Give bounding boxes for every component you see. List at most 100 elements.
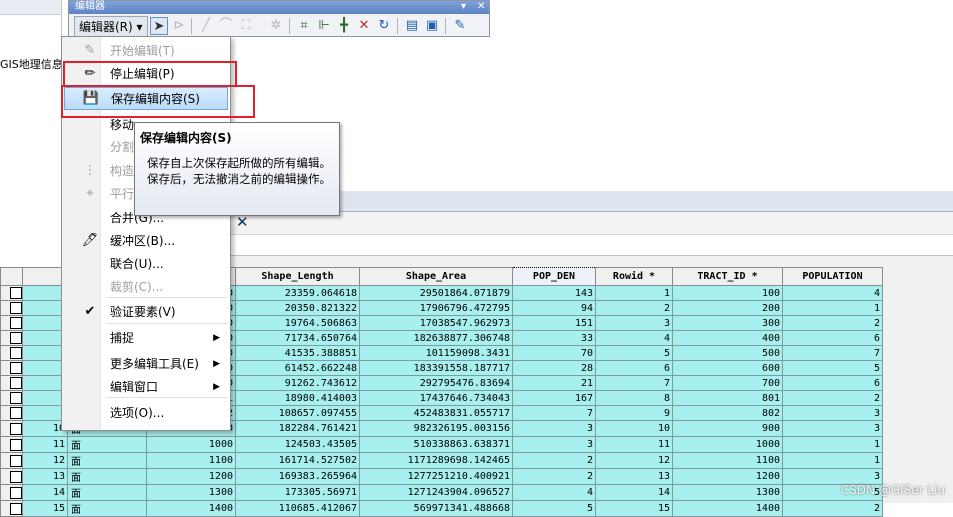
reshape-feature-icon[interactable]: ⊩ <box>315 17 333 35</box>
cut-polygons-icon[interactable]: ╋ <box>335 17 353 35</box>
table-cell[interactable]: 14 <box>595 484 673 501</box>
column-header[interactable] <box>0 267 23 286</box>
table-cell[interactable]: 1 <box>782 436 883 453</box>
table-cell[interactable]: 200 <box>672 300 783 316</box>
table-cell[interactable]: 300 <box>672 315 783 331</box>
trace-icon[interactable]: ⛶ <box>237 17 255 35</box>
table-cell[interactable]: 182638877.306748 <box>359 330 513 346</box>
table-cell[interactable]: 1300 <box>672 484 783 501</box>
split-tool-icon[interactable]: ✕ <box>355 17 373 35</box>
row-selector[interactable] <box>0 436 23 453</box>
table-cell[interactable]: 1277251210.400921 <box>359 468 513 485</box>
table-cell[interactable]: 9 <box>595 405 673 421</box>
table-cell[interactable]: 14 <box>22 484 68 501</box>
table-cell[interactable]: 面 <box>67 452 147 469</box>
table-cell[interactable]: 400 <box>672 330 783 346</box>
table-cell[interactable]: 143 <box>512 285 596 301</box>
table-cell[interactable]: 183391558.187717 <box>359 360 513 376</box>
table-cell[interactable]: 2 <box>595 300 673 316</box>
table-cell[interactable]: 3 <box>782 420 883 437</box>
table-cell[interactable]: 5 <box>782 360 883 376</box>
edit-annotation-tool-icon[interactable]: ⊳ <box>170 17 188 35</box>
chevron-down-icon[interactable]: ▾ <box>461 1 466 13</box>
row-selector[interactable] <box>0 405 23 421</box>
row-selector[interactable] <box>0 330 23 346</box>
row-selector[interactable] <box>0 315 23 331</box>
table-cell[interactable]: 12 <box>22 452 68 469</box>
menu-item[interactable]: 更多编辑工具(E) ▶ <box>64 353 228 375</box>
point-icon[interactable]: ✲ <box>267 17 285 35</box>
column-header[interactable]: TRACT_ID * <box>672 267 783 286</box>
column-header[interactable]: POPULATION <box>782 267 883 286</box>
table-cell[interactable]: 29501864.071879 <box>359 285 513 301</box>
table-cell[interactable]: 21 <box>512 375 596 391</box>
table-cell[interactable]: 11 <box>22 436 68 453</box>
table-cell[interactable]: 17906796.472795 <box>359 300 513 316</box>
menu-item[interactable]: 选项(O)... <box>64 402 228 424</box>
arc-segment-icon[interactable]: ⌒ <box>217 17 235 35</box>
table-cell[interactable]: 33 <box>512 330 596 346</box>
table-cell[interactable]: 面 <box>67 468 147 485</box>
straight-segment-icon[interactable]: ╱ <box>197 17 215 35</box>
create-features-icon[interactable]: ✎ <box>451 17 469 35</box>
table-cell[interactable]: 17437646.734043 <box>359 390 513 406</box>
attributes-icon[interactable]: ▤ <box>403 17 421 35</box>
table-cell[interactable]: 7 <box>595 375 673 391</box>
table-cell[interactable]: 801 <box>672 390 783 406</box>
table-cell[interactable]: 1300 <box>146 484 236 501</box>
sketch-properties-icon[interactable]: ▣ <box>423 17 441 35</box>
table-cell[interactable]: 10 <box>595 420 673 437</box>
table-cell[interactable]: 600 <box>672 360 783 376</box>
table-cell[interactable]: 101159098.3431 <box>359 345 513 361</box>
table-cell[interactable]: 18980.414003 <box>235 390 360 406</box>
table-cell[interactable]: 124503.43505 <box>235 436 360 453</box>
table-cell[interactable]: 500 <box>672 345 783 361</box>
menu-item[interactable]: ✎ 开始编辑(T) <box>64 40 228 62</box>
row-selector[interactable] <box>0 300 23 316</box>
row-selector[interactable] <box>0 390 23 406</box>
table-cell[interactable]: 182284.761421 <box>235 420 360 437</box>
table-row[interactable]: 13 面 1200 169383.265964 1277251210.400921 2 13… <box>0 468 883 485</box>
editor-menu-button[interactable]: 编辑器(R) ▾ <box>74 16 148 38</box>
table-cell[interactable]: 4 <box>782 285 883 301</box>
edit-tool-icon[interactable]: ➤ <box>150 17 168 35</box>
row-selector[interactable] <box>0 484 23 501</box>
table-cell[interactable]: 61452.662248 <box>235 360 360 376</box>
table-cell[interactable]: 3 <box>512 420 596 437</box>
table-cell[interactable]: 面 <box>67 436 147 453</box>
table-cell[interactable]: 6 <box>782 330 883 346</box>
table-cell[interactable]: 161714.527502 <box>235 452 360 469</box>
table-cell[interactable]: 900 <box>672 420 783 437</box>
table-cell[interactable]: 700 <box>672 375 783 391</box>
row-selector[interactable] <box>0 375 23 391</box>
table-cell[interactable]: 452483831.055717 <box>359 405 513 421</box>
table-row[interactable]: 11 面 1000 124503.43505 510338863.638371 3 11 10… <box>0 436 883 453</box>
table-cell[interactable]: 173305.56971 <box>235 484 360 501</box>
table-cell[interactable]: 13 <box>22 468 68 485</box>
menu-item[interactable]: 联合(U)... <box>64 253 228 275</box>
table-cell[interactable]: 982326195.003156 <box>359 420 513 437</box>
table-row[interactable]: 12 面 1100 161714.527502 1171289698.142465 2 12… <box>0 452 883 469</box>
table-cell[interactable]: 2 <box>782 315 883 331</box>
menu-item[interactable]: 捕捉 ▶ <box>64 327 228 349</box>
row-selector[interactable] <box>0 420 23 437</box>
table-cell[interactable]: 4 <box>595 330 673 346</box>
table-cell[interactable]: 面 <box>67 484 147 501</box>
table-cell[interactable]: 13 <box>595 468 673 485</box>
table-cell[interactable]: 5 <box>595 345 673 361</box>
table-cell[interactable]: 1 <box>595 285 673 301</box>
row-selector[interactable] <box>0 452 23 469</box>
table-cell[interactable]: 1000 <box>146 436 236 453</box>
table-cell[interactable]: 1000 <box>672 436 783 453</box>
table-cell[interactable]: 4 <box>512 484 596 501</box>
table-cell[interactable]: 41535.388851 <box>235 345 360 361</box>
table-cell[interactable]: 169383.265964 <box>235 468 360 485</box>
table-cell[interactable]: 7 <box>512 405 596 421</box>
table-cell[interactable]: 1171289698.142465 <box>359 452 513 469</box>
table-cell[interactable]: 2 <box>512 452 596 469</box>
table-cell[interactable]: 1200 <box>672 468 783 485</box>
rotate-tool-icon[interactable]: ↻ <box>375 17 393 35</box>
table-cell[interactable]: 3 <box>595 315 673 331</box>
table-cell[interactable]: 1100 <box>146 452 236 469</box>
table-row[interactable]: 14 面 1300 173305.56971 1271243904.096527 4 14 1… <box>0 484 883 501</box>
